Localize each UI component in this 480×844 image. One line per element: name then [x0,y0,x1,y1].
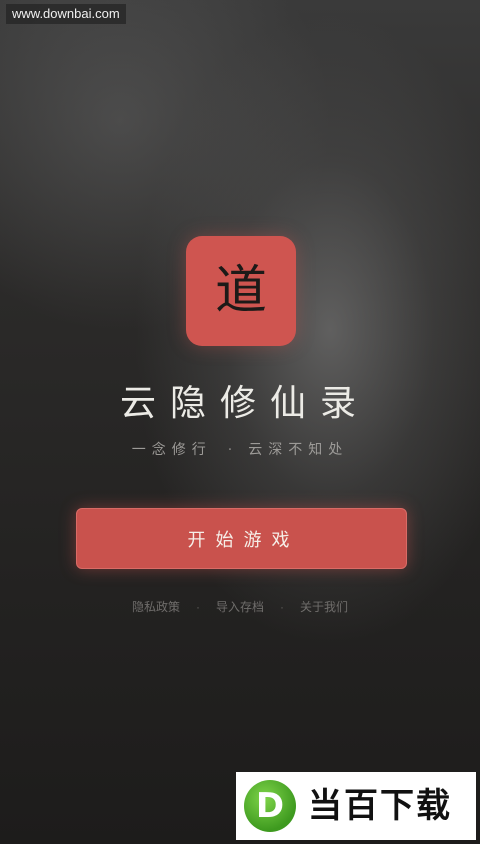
watermark-brand-banner: D 当百下载 [236,772,476,840]
tagline-left: 一念修行 [131,442,212,458]
logo-dao-icon: 道 [214,261,267,321]
about-us-link[interactable]: 关于我们 [300,598,348,616]
footer-separator: · [195,600,200,614]
import-save-link[interactable]: 导入存档 [216,598,264,616]
app-title: 云隐修仙录 [119,383,370,424]
tagline: 一念修行 · 云深不知处 [0,440,480,460]
app-logo: 道 [186,236,296,346]
splash-screen: www.downbai.com 道 云隐修仙录 一念修行 · 云深不知处 开始游… [0,0,480,844]
start-game-button[interactable]: 开始游戏 [76,508,407,569]
footer-separator: · [280,600,284,614]
watermark-url: www.downbai.com [6,4,126,24]
brand-d-logo-icon: D [244,780,296,832]
footer-links: 隐私政策 · 导入存档 · 关于我们 [0,598,480,616]
brand-name: 当百下载 [308,786,452,826]
privacy-policy-link[interactable]: 隐私政策 [132,598,180,616]
tagline-separator: · [227,442,233,458]
tagline-right: 云深不知处 [248,442,349,458]
